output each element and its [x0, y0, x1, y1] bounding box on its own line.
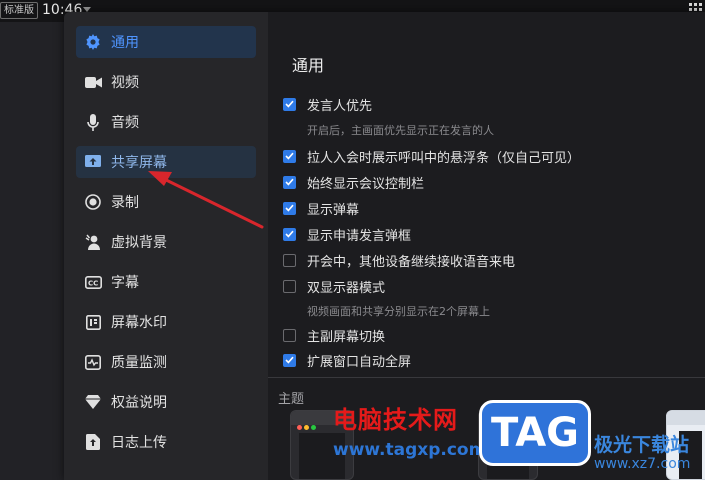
option-hint: 视频画面和共享分别显示在2个屏幕上: [307, 305, 490, 318]
sidebar-item-label: 质量监测: [111, 355, 167, 371]
sidebar-item-general[interactable]: 通用: [76, 26, 256, 58]
sidebar-item-audio[interactable]: 音频: [76, 106, 256, 138]
caption-icon: CC: [84, 273, 102, 291]
sidebar-item-benefits[interactable]: 权益说明: [76, 386, 256, 418]
option-label: 拉人入会时展示呼叫中的悬浮条（仅自己可见）: [307, 150, 581, 166]
option-label: 扩展窗口自动全屏: [307, 354, 412, 370]
watermark-icon: [84, 313, 102, 331]
section-title: 通用: [292, 56, 325, 75]
edition-badge: 标准版: [0, 2, 38, 19]
checkbox-unchecked[interactable]: [283, 279, 296, 293]
record-icon: [84, 193, 102, 211]
checkbox-checked[interactable]: [283, 227, 296, 241]
pulse-icon: [84, 353, 102, 371]
sidebar-item-label: 屏幕水印: [111, 315, 167, 331]
sidebar-item-label: 音频: [111, 115, 139, 131]
checkbox-unchecked[interactable]: [283, 253, 296, 267]
option-show-speak-request[interactable]: 显示申请发言弹框: [283, 225, 412, 244]
section-divider: [268, 377, 705, 378]
sidebar-item-label: 通用: [111, 35, 139, 51]
settings-sidebar: 通用 视频 音频 共享屏幕 录制 虚拟背景 CC 字幕 屏幕水印 质量监测 权益…: [64, 12, 268, 480]
sidebar-item-log-upload[interactable]: 日志上传: [76, 426, 256, 458]
sidebar-item-record[interactable]: 录制: [76, 186, 256, 218]
option-dual-monitor[interactable]: 双显示器模式: [283, 277, 386, 296]
svg-text:CC: CC: [88, 279, 98, 287]
option-auto-fullscreen[interactable]: 扩展窗口自动全屏: [283, 351, 412, 370]
video-camera-icon: [84, 73, 102, 91]
sidebar-item-video[interactable]: 视频: [76, 66, 256, 98]
checkbox-unchecked[interactable]: [283, 328, 296, 342]
sidebar-item-screen-watermark[interactable]: 屏幕水印: [76, 306, 256, 338]
option-speaker-priority[interactable]: 发言人优先: [283, 95, 373, 114]
sidebar-item-label: 字幕: [111, 275, 139, 291]
checkbox-checked[interactable]: [283, 97, 296, 111]
option-label: 开会中，其他设备继续接收语音来电: [307, 254, 516, 270]
option-show-danmaku[interactable]: 显示弹幕: [283, 199, 360, 218]
option-always-show-controls[interactable]: 始终显示会议控制栏: [283, 173, 425, 192]
sidebar-item-caption[interactable]: CC 字幕: [76, 266, 256, 298]
option-other-device-calls[interactable]: 开会中，其他设备继续接收语音来电: [283, 251, 516, 270]
option-label: 显示申请发言弹框: [307, 228, 412, 244]
watermark-site-name-2: 极光下载站: [594, 434, 690, 456]
sidebar-item-label: 虚拟背景: [111, 235, 167, 251]
option-swap-screens[interactable]: 主副屏幕切换: [283, 326, 386, 345]
watermark-site-name: 电脑技术网: [333, 406, 458, 434]
checkbox-checked[interactable]: [283, 149, 296, 163]
option-label: 发言人优先: [307, 98, 373, 114]
option-label: 显示弹幕: [307, 202, 360, 218]
option-label: 始终显示会议控制栏: [307, 176, 425, 192]
upload-icon: [84, 433, 102, 451]
virtual-background-icon: [84, 233, 102, 251]
sidebar-item-label: 视频: [111, 75, 139, 91]
sidebar-item-virtual-background[interactable]: 虚拟背景: [76, 226, 256, 258]
option-label: 双显示器模式: [307, 280, 386, 296]
checkbox-checked[interactable]: [283, 201, 296, 215]
diamond-icon: [84, 393, 102, 411]
option-calling-float-bar[interactable]: 拉人入会时展示呼叫中的悬浮条（仅自己可见）: [283, 147, 581, 166]
sidebar-item-quality-monitor[interactable]: 质量监测: [76, 346, 256, 378]
sidebar-item-label: 日志上传: [111, 435, 167, 451]
option-hint: 开启后，主画面优先显示正在发言的人: [307, 124, 494, 137]
sidebar-item-label: 共享屏幕: [111, 155, 167, 171]
gear-icon: [84, 33, 102, 51]
watermark-site-url-2: www.xz7.com: [594, 456, 691, 472]
watermark-tag-logo: TAG: [479, 400, 591, 466]
watermark-site-url: www.tagxp.com: [333, 440, 487, 460]
meeting-background: [0, 22, 64, 480]
checkbox-checked[interactable]: [283, 175, 296, 189]
microphone-icon: [84, 113, 102, 131]
sidebar-item-label: 权益说明: [111, 395, 167, 411]
sidebar-item-share-screen[interactable]: 共享屏幕: [76, 146, 256, 178]
sidebar-item-label: 录制: [111, 195, 139, 211]
share-screen-icon: [84, 153, 102, 171]
theme-label: 主题: [278, 392, 305, 407]
checkbox-checked[interactable]: [283, 353, 296, 367]
option-label: 主副屏幕切换: [307, 329, 386, 345]
